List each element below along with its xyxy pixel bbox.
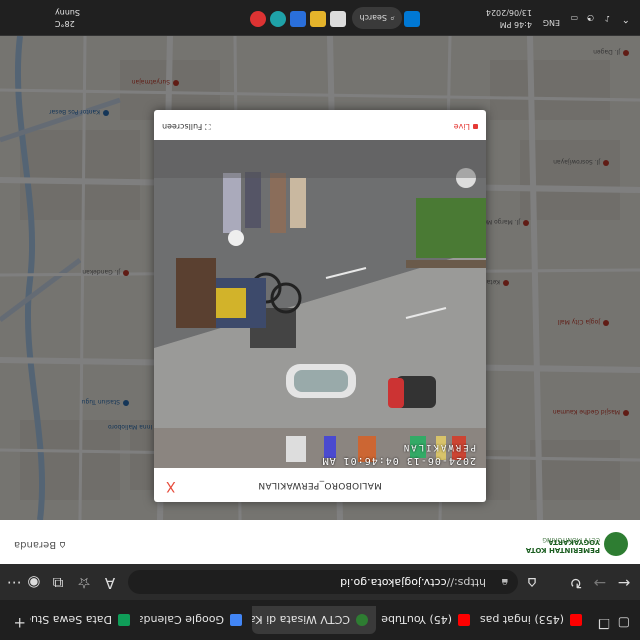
tab-google-calendar[interactable]: Google Calendar - June 2024 ✕ xyxy=(140,606,250,634)
favorite-star-icon[interactable]: ☆ xyxy=(74,574,94,592)
web-page: PEMERINTAH KOTA YOGYAKARTA CCTV MONITORI… xyxy=(0,36,640,564)
search-icon: ⌕ xyxy=(390,14,395,23)
sheets-icon xyxy=(118,614,130,626)
forward-arrow-icon[interactable]: → xyxy=(590,574,610,592)
close-icon[interactable]: X xyxy=(166,478,176,494)
live-dot-icon xyxy=(473,124,478,129)
read-aloud-icon[interactable]: A xyxy=(100,574,120,592)
speaker-icon[interactable]: ♪ xyxy=(605,13,610,23)
settings-more-icon[interactable]: ⋯ xyxy=(4,574,24,592)
video-timestamp: 2024-06-13 04:46:01 AM xyxy=(321,455,476,466)
tab-title: (45) YouTube xyxy=(381,613,452,627)
tab-sheets[interactable]: Data Sewa Studio dan Rental ✕ xyxy=(30,606,138,634)
weather-widget[interactable]: 28°C Sunny xyxy=(55,7,80,29)
tab-cctv[interactable]: CCTV Wisata di Kawasan Jogja ✕ xyxy=(252,606,376,634)
weather-temp: 28°C xyxy=(54,19,75,28)
new-tab-button[interactable]: + xyxy=(13,614,26,632)
edge-icon[interactable] xyxy=(270,11,286,27)
app-header: PEMERINTAH KOTA YOGYAKARTA CCTV MONITORI… xyxy=(0,519,640,564)
start-button[interactable] xyxy=(404,11,420,27)
calendar-icon xyxy=(230,614,242,626)
tab-title: CCTV Wisata di Kawasan Jogja xyxy=(252,613,350,627)
word-icon[interactable] xyxy=(290,11,306,27)
chrome-icon[interactable] xyxy=(250,11,266,27)
site-logo[interactable]: PEMERINTAH KOTA YOGYAKARTA CCTV MONITORI… xyxy=(508,528,628,558)
cctv-modal: MALIOBORO_PERWAKILAN X 2024-06-13 04:46:… xyxy=(154,110,486,502)
screen: ▢ ❐ (453) ingat password youtube ✕ (45) … xyxy=(0,0,640,640)
city-seal-icon xyxy=(604,532,628,556)
battery-icon[interactable]: ▭ xyxy=(570,13,578,23)
modal-title: MALIOBORO_PERWAKILAN xyxy=(258,480,382,490)
tab-title: Google Calendar - June 2024 xyxy=(140,613,224,627)
youtube-icon xyxy=(570,614,582,626)
clock-time[interactable]: 4:46 PM xyxy=(500,19,532,29)
wifi-icon[interactable]: ◔ xyxy=(587,13,594,23)
fullscreen-button[interactable]: ⛶ Fullscreen xyxy=(162,121,210,131)
profile-icon[interactable]: ◉ xyxy=(24,574,44,592)
taskbar-search[interactable]: ⌕ Search xyxy=(352,7,402,29)
tab-youtube-password[interactable]: (453) ingat password youtube ✕ xyxy=(480,606,590,634)
tab-title: Data Sewa Studio dan Rental xyxy=(30,613,112,627)
back-arrow-icon[interactable]: ← xyxy=(614,574,634,592)
lock-icon: 🔒︎ xyxy=(501,576,508,590)
browser-tab-bar: ▢ ❐ (453) ingat password youtube ✕ (45) … xyxy=(0,600,640,640)
collections-icon[interactable]: ⧉ xyxy=(48,574,68,592)
clock-date[interactable]: 13/06/2024 xyxy=(486,7,532,17)
language-indicator[interactable]: ENG xyxy=(543,17,560,27)
windows-taskbar: ⌕ Search ⌃ ♪ ◔ ▭ ENG 4:46 PM 13/06/2024 … xyxy=(0,0,640,36)
street-scene xyxy=(154,140,486,468)
weather-text: Sunny xyxy=(54,8,80,17)
modal-footer: Live ⛶ Fullscreen xyxy=(154,110,486,140)
task-view-icon[interactable] xyxy=(330,11,346,27)
youtube-icon xyxy=(458,614,470,626)
home-icon[interactable]: ⌂ xyxy=(522,574,542,592)
nav-home-link[interactable]: ⌂ Beranda xyxy=(14,539,66,550)
vertical-tabs-icon[interactable]: ❐ xyxy=(598,615,610,630)
live-indicator: Live xyxy=(454,122,478,131)
refresh-icon[interactable]: ↻ xyxy=(566,574,586,592)
cctv-video[interactable]: 2024-06-13 04:46:01 AM PERWAKILAN xyxy=(154,140,486,468)
logo-subtitle: CCTV MONITORING xyxy=(542,536,600,543)
tab-actions-icon[interactable]: ▢ xyxy=(618,615,630,630)
address-bar[interactable]: 🔒︎ https://cctv.jogjakota.go.id xyxy=(128,570,518,594)
tray-overflow-icon[interactable]: ⌃ xyxy=(622,13,630,24)
url-text: https://cctv.jogjakota.go.id xyxy=(340,576,486,589)
tab-title: (453) ingat password youtube xyxy=(480,613,564,627)
jogja-logo-icon xyxy=(356,614,368,626)
address-toolbar: ← → ↻ ⌂ 🔒︎ https://cctv.jogjakota.go.id … xyxy=(0,563,640,600)
file-explorer-icon[interactable] xyxy=(310,11,326,27)
tab-youtube[interactable]: (45) YouTube ✕ xyxy=(378,606,478,634)
video-location-overlay: PERWAKILAN xyxy=(401,442,476,452)
